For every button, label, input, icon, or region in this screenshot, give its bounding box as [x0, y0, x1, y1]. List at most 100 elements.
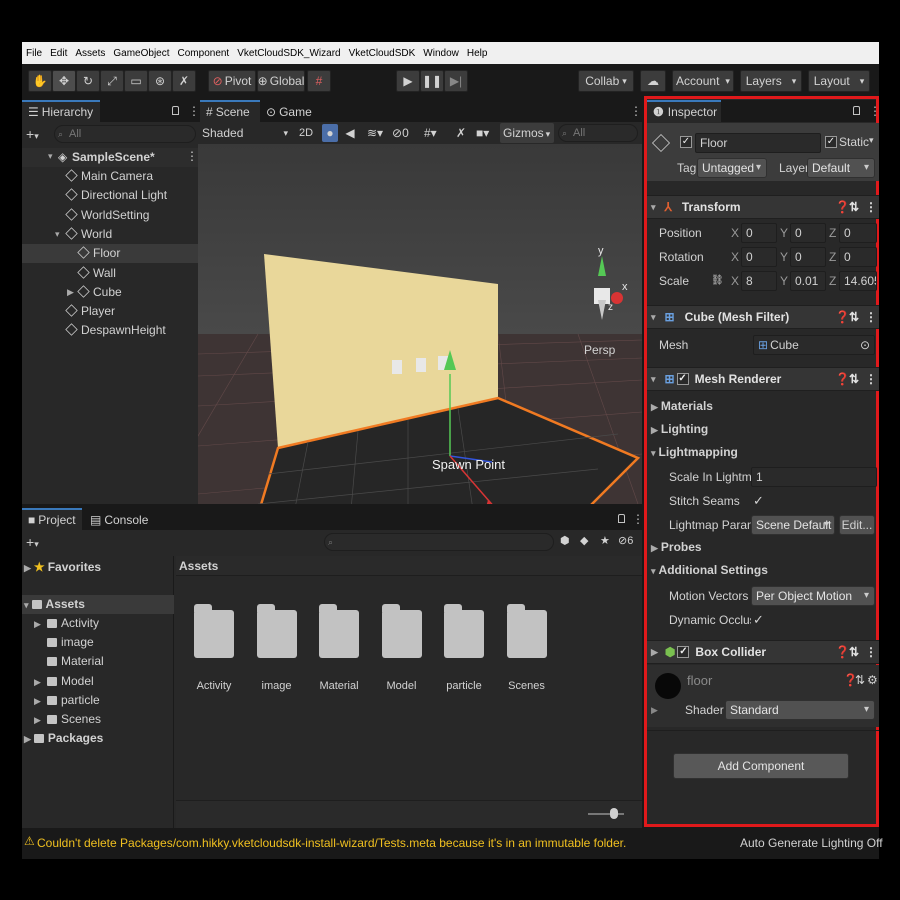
layout-button[interactable]: Layout ▾ [808, 70, 870, 92]
breadcrumb-assets[interactable]: Assets [179, 559, 218, 573]
dynamic-occlusion-checkbox[interactable]: ✓ [753, 612, 764, 628]
mesh-renderer-header[interactable]: ▾ ⊞ ✓ Mesh Renderer ❓ ⇅ ⋮ [647, 367, 879, 391]
hierarchy-item[interactable]: Wall [22, 264, 198, 283]
shading-dropdown[interactable]: Shaded ▾ [202, 124, 290, 142]
cloud-button[interactable]: ☁ [640, 70, 666, 92]
filter-type-icon[interactable]: ⬢ [560, 534, 570, 547]
scale-z-field[interactable]: 14.6056 [839, 271, 877, 291]
scene-root-row[interactable]: ▾ ◈ SampleScene* ⋮ [22, 148, 198, 167]
tab-game[interactable]: ⊙ Game [260, 100, 316, 122]
hierarchy-item[interactable]: Main Camera [22, 167, 198, 186]
kebab-menu-icon[interactable]: ⋮ [632, 512, 644, 526]
hierarchy-item[interactable]: WorldSetting [22, 206, 198, 225]
active-checkbox[interactable]: ✓ [680, 136, 692, 148]
materials-foldout[interactable]: ▶ Materials [651, 399, 713, 413]
folder-asset-label[interactable]: image [242, 680, 312, 692]
position-y-field[interactable]: 0 [790, 223, 826, 243]
mesh-renderer-enabled-checkbox[interactable]: ✓ [676, 373, 689, 385]
lightmapping-foldout[interactable]: ▾ Lightmapping [651, 445, 738, 459]
add-icon[interactable]: +▾ [26, 126, 39, 142]
grid-snap-button[interactable]: # [307, 70, 331, 92]
menu-edit[interactable]: Edit [50, 48, 67, 59]
kebab-menu-icon[interactable]: ⋮ [865, 310, 877, 324]
kebab-menu-icon[interactable]: ⋮ [869, 104, 881, 118]
axis-z-label[interactable]: Z [829, 250, 836, 264]
folder-asset[interactable] [319, 604, 363, 658]
status-message[interactable]: Couldn't delete Packages/com.hikky.vketc… [37, 836, 626, 850]
mesh-filter-header[interactable]: ▾ ⊞ Cube (Mesh Filter) ❓ ⇅ ⋮ [647, 305, 879, 329]
camera-toggle[interactable]: ■▾ [476, 124, 498, 142]
account-button[interactable]: Account ▾ [672, 70, 734, 92]
scale-x-field[interactable]: 8 [741, 271, 777, 291]
axis-y-label[interactable]: Y [780, 274, 788, 288]
fold-closed-icon[interactable]: ▶ [34, 673, 44, 692]
add-icon[interactable]: +▾ [26, 534, 39, 550]
shader-dropdown[interactable]: Standard [725, 700, 875, 720]
hierarchy-item[interactable]: ▶ Cube [22, 283, 198, 302]
play-button[interactable]: ▶ [396, 70, 420, 92]
label-icon[interactable]: ◆ [580, 534, 588, 547]
position-z-field[interactable]: 0 [839, 223, 877, 243]
axis-x-label[interactable]: X [731, 226, 739, 240]
lighting-toggle[interactable]: ● [322, 124, 338, 142]
presets-icon[interactable]: ⇅ [849, 310, 859, 324]
hidden-packages-toggle[interactable]: ⊘6 [618, 534, 633, 547]
packages-item[interactable]: ▶ Packages [24, 729, 103, 748]
scale-tool-button[interactable]: ⤢ [100, 70, 124, 92]
lock-icon[interactable] [618, 514, 625, 523]
stitch-seams-checkbox[interactable]: ✓ [753, 493, 764, 509]
hierarchy-item[interactable]: Directional Light [22, 186, 198, 205]
edit-lightmap-params-button[interactable]: Edit... [839, 515, 875, 535]
fold-closed-icon[interactable]: ▶ [651, 705, 658, 716]
lighting-foldout[interactable]: ▶ Lighting [651, 422, 708, 436]
help-icon[interactable]: ❓ [835, 310, 850, 324]
projection-label[interactable]: Persp [584, 343, 616, 357]
axis-x-label[interactable]: X [731, 250, 739, 264]
tab-project[interactable]: ■ Project [22, 508, 82, 530]
custom-tool-button[interactable]: ✗ [172, 70, 196, 92]
hierarchy-item[interactable]: Floor [22, 244, 198, 264]
effects-toggle[interactable]: ≋▾ [362, 124, 388, 142]
menu-help[interactable]: Help [467, 48, 488, 59]
rotation-z-field[interactable]: 0 [839, 247, 877, 267]
fold-closed-icon[interactable]: ▶ [34, 711, 44, 730]
transform-header[interactable]: ▾ ⅄ Transform ❓ ⇅ ⋮ [647, 195, 879, 219]
folder-asset-label[interactable]: Activity [179, 680, 249, 692]
menu-vketcloudsdk[interactable]: VketCloudSDK [349, 48, 416, 59]
gizmos-dropdown[interactable]: Gizmos ▾ [500, 123, 554, 143]
fold-open-icon[interactable]: ▾ [55, 225, 60, 244]
tab-hierarchy[interactable]: ☰ Hierarchy [22, 100, 100, 122]
lock-icon[interactable] [172, 106, 179, 115]
hand-tool-button[interactable]: ✋ [28, 70, 52, 92]
chevron-down-icon[interactable]: ▾ [869, 135, 874, 146]
rotation-y-field[interactable]: 0 [790, 247, 826, 267]
cube-object[interactable] [392, 360, 402, 374]
mesh-field[interactable]: ⊞ Cube ⊙ [753, 335, 875, 355]
tag-dropdown[interactable]: Untagged [697, 158, 767, 178]
auto-lighting-status[interactable]: Auto Generate Lighting Off [740, 836, 883, 850]
static-checkbox[interactable]: ✓ [825, 136, 837, 148]
rotate-tool-button[interactable]: ↻ [76, 70, 100, 92]
fold-closed-icon[interactable]: ▶ [34, 692, 44, 711]
folder-asset-label[interactable]: Material [304, 680, 374, 692]
gear-icon[interactable]: ⚙ [867, 673, 878, 687]
menu-assets[interactable]: Assets [75, 48, 105, 59]
add-component-button[interactable]: Add Component [673, 753, 849, 779]
global-toggle[interactable]: ⊕ Global [257, 70, 305, 92]
grid-toggle[interactable]: #▾ [424, 124, 452, 142]
position-x-field[interactable]: 0 [741, 223, 777, 243]
object-name-field[interactable]: Floor [695, 133, 821, 153]
assets-item[interactable]: ▾ Assets [22, 595, 174, 614]
project-tree-item[interactable]: Material [34, 652, 104, 671]
project-tree-item[interactable]: ▶ Model [34, 672, 94, 691]
transform-tool-button[interactable]: ⊛ [148, 70, 172, 92]
kebab-menu-icon[interactable]: ⋮ [865, 645, 877, 659]
kebab-menu-icon[interactable]: ⋮ [186, 149, 198, 163]
motion-vectors-dropdown[interactable]: Per Object Motion [751, 586, 875, 606]
hierarchy-search-input[interactable]: ⌕ All [54, 125, 196, 143]
folder-asset[interactable] [506, 604, 551, 658]
presets-icon[interactable]: ⇅ [849, 200, 859, 214]
kebab-menu-icon[interactable]: ⋮ [630, 104, 642, 118]
folder-asset-label[interactable]: Scenes [492, 680, 562, 692]
scene-viewport[interactable]: Spawn Point y x z Persp [198, 144, 642, 504]
